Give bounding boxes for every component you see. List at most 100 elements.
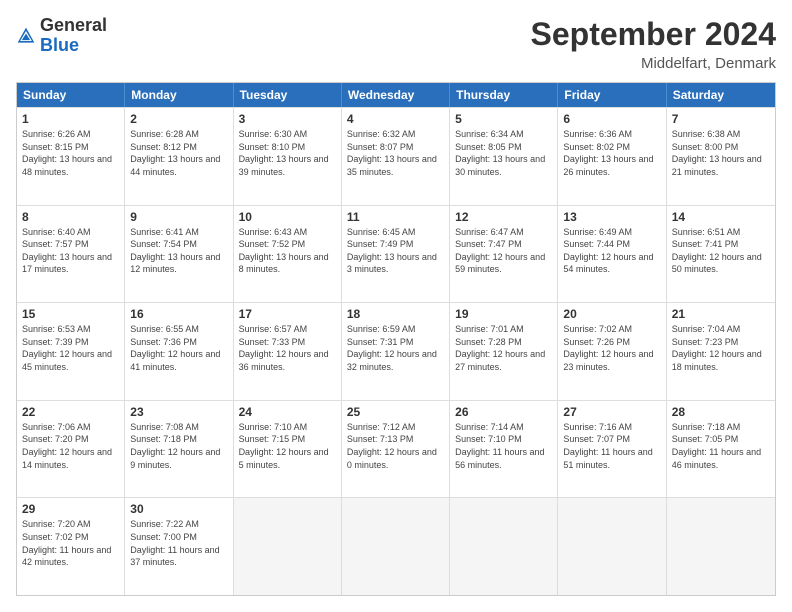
day-info: Sunrise: 7:01 AMSunset: 7:28 PMDaylight:…	[455, 323, 552, 373]
day-info: Sunrise: 6:26 AMSunset: 8:15 PMDaylight:…	[22, 128, 119, 178]
calendar-row-3: 15Sunrise: 6:53 AMSunset: 7:39 PMDayligh…	[17, 302, 775, 400]
day-info: Sunrise: 6:36 AMSunset: 8:02 PMDaylight:…	[563, 128, 660, 178]
day-number: 1	[22, 112, 119, 126]
day-number: 19	[455, 307, 552, 321]
logo: General Blue	[16, 16, 107, 56]
calendar-cell-day-14: 14 Sunrise: 6:51 AMSunset: 7:41 PMDayligh…	[667, 206, 775, 303]
day-number: 27	[563, 405, 660, 419]
day-info: Sunrise: 7:22 AMSunset: 7:00 PMDaylight:…	[130, 518, 227, 568]
header-cell-tuesday: Tuesday	[234, 83, 342, 107]
day-info: Sunrise: 7:18 AMSunset: 7:05 PMDaylight:…	[672, 421, 770, 471]
day-info: Sunrise: 6:38 AMSunset: 8:00 PMDaylight:…	[672, 128, 770, 178]
day-info: Sunrise: 7:16 AMSunset: 7:07 PMDaylight:…	[563, 421, 660, 471]
day-number: 2	[130, 112, 227, 126]
day-number: 17	[239, 307, 336, 321]
day-info: Sunrise: 6:41 AMSunset: 7:54 PMDaylight:…	[130, 226, 227, 276]
day-info: Sunrise: 7:08 AMSunset: 7:18 PMDaylight:…	[130, 421, 227, 471]
calendar-row-4: 22 Sunrise: 7:06 AMSunset: 7:20 PMDayligh…	[17, 400, 775, 498]
day-number: 11	[347, 210, 444, 224]
day-info: Sunrise: 6:55 AMSunset: 7:36 PMDaylight:…	[130, 323, 227, 373]
day-info: Sunrise: 6:28 AMSunset: 8:12 PMDaylight:…	[130, 128, 227, 178]
calendar-cell-day-27: 27 Sunrise: 7:16 AMSunset: 7:07 PMDayligh…	[558, 401, 666, 498]
day-info: Sunrise: 7:12 AMSunset: 7:13 PMDaylight:…	[347, 421, 444, 471]
calendar-cell-day-28: 28 Sunrise: 7:18 AMSunset: 7:05 PMDayligh…	[667, 401, 775, 498]
calendar-cell-day-11: 11 Sunrise: 6:45 AMSunset: 7:49 PMDayligh…	[342, 206, 450, 303]
calendar-cell-day-10: 10 Sunrise: 6:43 AMSunset: 7:52 PMDayligh…	[234, 206, 342, 303]
calendar-cell-day-3: 3 Sunrise: 6:30 AMSunset: 8:10 PMDaylight…	[234, 108, 342, 205]
day-info: Sunrise: 7:20 AMSunset: 7:02 PMDaylight:…	[22, 518, 119, 568]
calendar-cell-day-9: 9 Sunrise: 6:41 AMSunset: 7:54 PMDaylight…	[125, 206, 233, 303]
day-number: 15	[22, 307, 119, 321]
day-number: 23	[130, 405, 227, 419]
logo-blue-text: Blue	[40, 35, 79, 55]
calendar-cell-day-6: 6 Sunrise: 6:36 AMSunset: 8:02 PMDaylight…	[558, 108, 666, 205]
logo-icon	[16, 26, 36, 46]
calendar-cell-day-13: 13Sunrise: 6:49 AMSunset: 7:44 PMDayligh…	[558, 206, 666, 303]
day-number: 16	[130, 307, 227, 321]
logo-general-text: General	[40, 15, 107, 35]
day-number: 9	[130, 210, 227, 224]
day-info: Sunrise: 7:06 AMSunset: 7:20 PMDaylight:…	[22, 421, 119, 471]
calendar-cell-day-23: 23 Sunrise: 7:08 AMSunset: 7:18 PMDayligh…	[125, 401, 233, 498]
calendar-cell-empty	[450, 498, 558, 595]
day-number: 4	[347, 112, 444, 126]
day-number: 24	[239, 405, 336, 419]
day-info: Sunrise: 7:02 AMSunset: 7:26 PMDaylight:…	[563, 323, 660, 373]
day-number: 12	[455, 210, 552, 224]
day-number: 14	[672, 210, 770, 224]
day-number: 13	[563, 210, 660, 224]
day-number: 8	[22, 210, 119, 224]
day-info: Sunrise: 6:32 AMSunset: 8:07 PMDaylight:…	[347, 128, 444, 178]
day-number: 26	[455, 405, 552, 419]
day-info: Sunrise: 6:59 AMSunset: 7:31 PMDaylight:…	[347, 323, 444, 373]
day-number: 10	[239, 210, 336, 224]
calendar-cell-empty	[342, 498, 450, 595]
day-info: Sunrise: 6:47 AMSunset: 7:47 PMDaylight:…	[455, 226, 552, 276]
day-number: 29	[22, 502, 119, 516]
day-number: 6	[563, 112, 660, 126]
calendar-cell-day-24: 24 Sunrise: 7:10 AMSunset: 7:15 PMDayligh…	[234, 401, 342, 498]
day-number: 18	[347, 307, 444, 321]
calendar-cell-day-18: 18 Sunrise: 6:59 AMSunset: 7:31 PMDayligh…	[342, 303, 450, 400]
calendar-cell-day-7: 7 Sunrise: 6:38 AMSunset: 8:00 PMDaylight…	[667, 108, 775, 205]
title-block: September 2024 Middelfart, Denmark	[531, 16, 776, 72]
header-cell-sunday: Sunday	[17, 83, 125, 107]
day-info: Sunrise: 6:45 AMSunset: 7:49 PMDaylight:…	[347, 226, 444, 276]
calendar-cell-day-15: 15Sunrise: 6:53 AMSunset: 7:39 PMDayligh…	[17, 303, 125, 400]
header-cell-wednesday: Wednesday	[342, 83, 450, 107]
day-info: Sunrise: 7:04 AMSunset: 7:23 PMDaylight:…	[672, 323, 770, 373]
calendar-cell-empty	[667, 498, 775, 595]
calendar-cell-day-16: 16 Sunrise: 6:55 AMSunset: 7:36 PMDayligh…	[125, 303, 233, 400]
calendar-cell-day-20: 20 Sunrise: 7:02 AMSunset: 7:26 PMDayligh…	[558, 303, 666, 400]
calendar-body: 1 Sunrise: 6:26 AMSunset: 8:15 PMDaylight…	[17, 107, 775, 595]
day-number: 28	[672, 405, 770, 419]
calendar-cell-day-12: 12 Sunrise: 6:47 AMSunset: 7:47 PMDayligh…	[450, 206, 558, 303]
day-info: Sunrise: 7:14 AMSunset: 7:10 PMDaylight:…	[455, 421, 552, 471]
calendar-cell-day-25: 25 Sunrise: 7:12 AMSunset: 7:13 PMDayligh…	[342, 401, 450, 498]
day-info: Sunrise: 6:57 AMSunset: 7:33 PMDaylight:…	[239, 323, 336, 373]
calendar-title: September 2024	[531, 16, 776, 53]
day-info: Sunrise: 6:43 AMSunset: 7:52 PMDaylight:…	[239, 226, 336, 276]
calendar-header: SundayMondayTuesdayWednesdayThursdayFrid…	[17, 83, 775, 107]
day-number: 3	[239, 112, 336, 126]
day-number: 5	[455, 112, 552, 126]
calendar-cell-day-29: 29 Sunrise: 7:20 AMSunset: 7:02 PMDayligh…	[17, 498, 125, 595]
day-info: Sunrise: 7:10 AMSunset: 7:15 PMDaylight:…	[239, 421, 336, 471]
calendar-cell-day-8: 8 Sunrise: 6:40 AMSunset: 7:57 PMDaylight…	[17, 206, 125, 303]
calendar-cell-empty	[234, 498, 342, 595]
day-number: 22	[22, 405, 119, 419]
day-number: 7	[672, 112, 770, 126]
calendar-cell-day-30: 30Sunrise: 7:22 AMSunset: 7:00 PMDayligh…	[125, 498, 233, 595]
calendar-row-2: 8 Sunrise: 6:40 AMSunset: 7:57 PMDaylight…	[17, 205, 775, 303]
day-info: Sunrise: 6:40 AMSunset: 7:57 PMDaylight:…	[22, 226, 119, 276]
day-number: 20	[563, 307, 660, 321]
day-info: Sunrise: 6:51 AMSunset: 7:41 PMDaylight:…	[672, 226, 770, 276]
calendar-cell-day-21: 21Sunrise: 7:04 AMSunset: 7:23 PMDayligh…	[667, 303, 775, 400]
day-number: 25	[347, 405, 444, 419]
calendar-cell-day-2: 2 Sunrise: 6:28 AMSunset: 8:12 PMDaylight…	[125, 108, 233, 205]
calendar-cell-day-1: 1 Sunrise: 6:26 AMSunset: 8:15 PMDaylight…	[17, 108, 125, 205]
day-info: Sunrise: 6:30 AMSunset: 8:10 PMDaylight:…	[239, 128, 336, 178]
header-cell-friday: Friday	[558, 83, 666, 107]
day-info: Sunrise: 6:34 AMSunset: 8:05 PMDaylight:…	[455, 128, 552, 178]
calendar-row-5: 29 Sunrise: 7:20 AMSunset: 7:02 PMDayligh…	[17, 497, 775, 595]
